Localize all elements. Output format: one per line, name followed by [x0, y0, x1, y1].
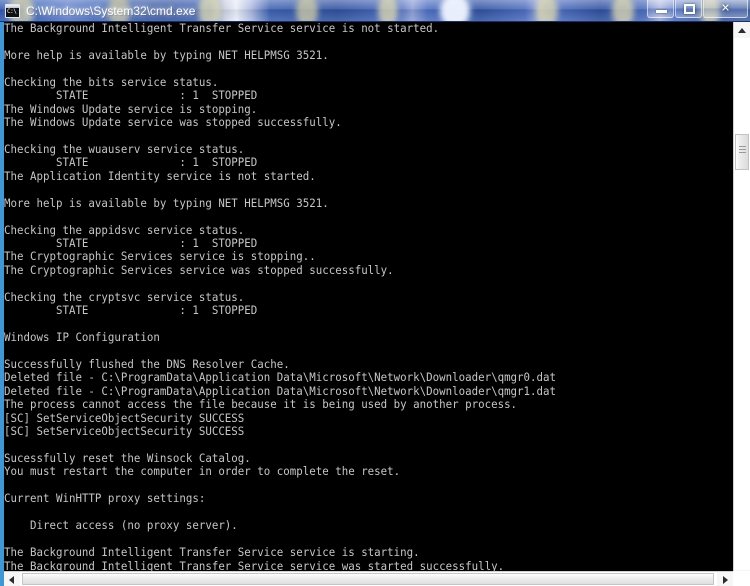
glass-reflection: [296, 0, 318, 21]
scrollbar-corner: [733, 571, 750, 586]
console-line: The Windows Update service is stopping.: [4, 101, 258, 116]
scroll-left-button[interactable]: [4, 572, 20, 586]
vertical-scrollbar-track-upper[interactable]: [734, 38, 750, 134]
console-line: Checking the wuauserv service status.: [4, 141, 245, 156]
cmd-icon-prompt-text: C:\: [7, 8, 17, 15]
horizontal-scrollbar[interactable]: [4, 571, 733, 586]
horizontal-scrollbar-thumb[interactable]: [22, 573, 714, 585]
console-line: Deleted file - C:\ProgramData\Applicatio…: [4, 370, 557, 385]
console-line: Checking the appidsvc service status.: [4, 222, 245, 237]
console-line: [SC] SetServiceObjectSecurity SUCCESS: [4, 424, 245, 439]
console-line: More help is available by typing NET HEL…: [4, 47, 329, 62]
console-text: The Background Intelligent Transfer Serv…: [4, 22, 679, 586]
scroll-right-button[interactable]: [717, 572, 733, 586]
chevron-right-icon: [723, 576, 728, 584]
cmd-console-icon: C:\: [5, 4, 20, 18]
console-line: The process cannot access the file becau…: [4, 397, 518, 412]
chevron-left-icon: [9, 576, 14, 584]
title-bar[interactable]: C:\ C:\Windows\System32\cmd.exe ✕: [0, 0, 750, 22]
console-line: Sucessfully reset the Winsock Catalog.: [4, 451, 251, 465]
maximize-button[interactable]: [675, 0, 702, 18]
console-line: Successfully flushed the DNS Resolver Ca…: [4, 356, 290, 371]
minimize-button[interactable]: [647, 0, 674, 18]
console-output-area[interactable]: The Background Intelligent Transfer Serv…: [0, 22, 750, 586]
console-line: The Cryptographic Services service was s…: [4, 262, 394, 277]
console-line: You must restart the computer in order t…: [4, 464, 401, 479]
window-title: C:\Windows\System32\cmd.exe: [26, 4, 196, 18]
vertical-scrollbar-thumb[interactable]: [735, 134, 749, 170]
console-line: Checking the bits service status.: [4, 74, 219, 89]
glass-reflection: [198, 0, 222, 21]
scroll-up-button[interactable]: [734, 22, 750, 38]
console-line: Windows IP Configuration: [4, 330, 160, 345]
console-line: Current WinHTTP proxy settings:: [4, 491, 206, 506]
chevron-up-icon: [738, 28, 746, 33]
console-line: More help is available by typing NET HEL…: [4, 195, 329, 210]
console-line: The Application Identity service is not …: [4, 168, 316, 183]
vertical-scrollbar[interactable]: [733, 22, 750, 586]
cmd-window: C:\ C:\Windows\System32\cmd.exe ✕ The Ba…: [0, 0, 750, 586]
console-line: [SC] SetServiceObjectSecurity SUCCESS: [4, 410, 245, 425]
console-line: Direct access (no proxy server).: [4, 518, 238, 533]
console-line: The Windows Update service was stopped s…: [4, 115, 342, 130]
minimize-icon: [656, 10, 667, 13]
window-controls: ✕: [646, 0, 748, 21]
glass-reflection: [440, 0, 470, 21]
console-line: STATE : 1 STOPPED: [4, 236, 258, 250]
maximize-icon: [684, 4, 695, 14]
close-button[interactable]: ✕: [703, 0, 748, 18]
console-line: Checking the cryptsvc service status.: [4, 289, 245, 304]
scrollbar-grip-icon: [739, 149, 746, 150]
console-line: STATE : 1 STOPPED: [4, 155, 258, 170]
close-icon: ✕: [720, 2, 731, 14]
console-line: STATE : 1 STOPPED: [4, 88, 258, 103]
glass-reflection: [536, 0, 558, 21]
console-line: The Cryptographic Services service is st…: [4, 249, 316, 264]
console-line: Deleted file - C:\ProgramData\Applicatio…: [4, 383, 557, 398]
glass-reflection: [378, 0, 398, 21]
console-line: STATE : 1 STOPPED: [4, 303, 258, 318]
vertical-scrollbar-track-lower[interactable]: [734, 170, 750, 570]
glass-reflection: [612, 0, 634, 21]
console-line: The Background Intelligent Transfer Serv…: [4, 545, 420, 560]
console-line: The Background Intelligent Transfer Serv…: [4, 22, 440, 35]
